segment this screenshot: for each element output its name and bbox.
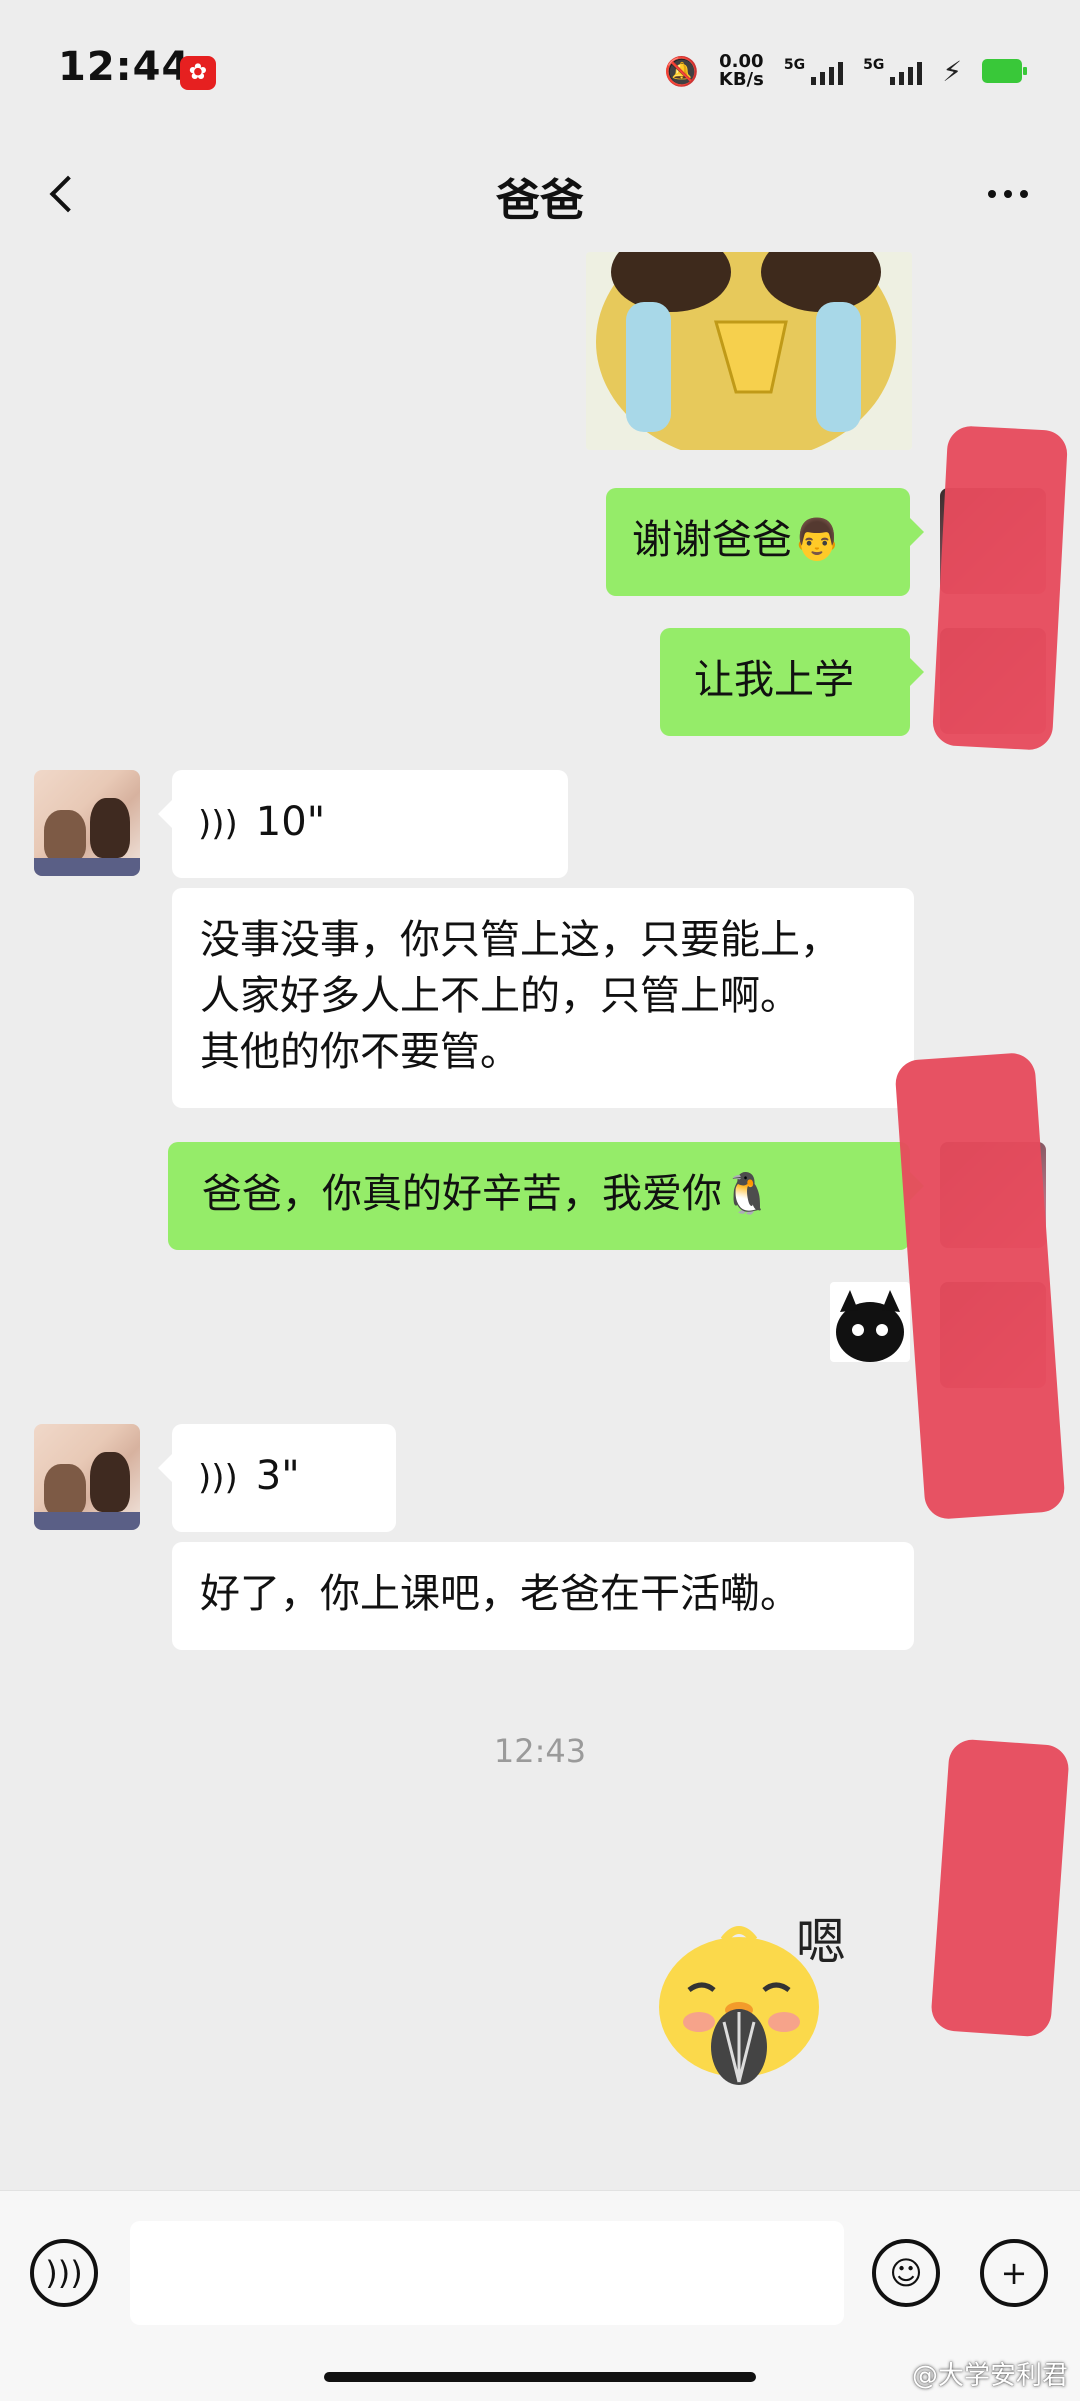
status-time: 12:44 xyxy=(58,44,191,90)
network-speed: 0.00 KB/s xyxy=(719,53,764,89)
message-text: 爸爸，你真的好辛苦，我爱你🐧 xyxy=(202,1171,772,1217)
home-indicator xyxy=(324,2372,756,2382)
sticker-crying-chick[interactable] xyxy=(586,252,912,450)
voice-input-icon: ))) xyxy=(45,2254,83,2292)
app-badge-icon: ✿ xyxy=(180,56,216,90)
message-text-line: 人家好多人上不上的，只管上啊。 xyxy=(200,973,800,1019)
sim2-label: 5G xyxy=(863,57,885,73)
signal-icon: 5G xyxy=(863,57,923,85)
redaction-scribble xyxy=(931,425,1069,751)
received-message-bubble[interactable]: 好了，你上课吧，老爸在干活嘞。 xyxy=(172,1542,914,1650)
message-text: 谢谢爸爸👨 xyxy=(632,517,842,563)
dot-icon xyxy=(1004,190,1012,198)
message-text-line: 没事没事，你只管上这，只要能上， xyxy=(200,917,840,963)
network-speed-unit: KB/s xyxy=(718,69,764,90)
add-button[interactable]: + xyxy=(980,2239,1048,2307)
chat-timestamp: 12:43 xyxy=(493,1732,587,1770)
sent-message-bubble[interactable]: 谢谢爸爸👨 xyxy=(606,488,924,596)
sticker-crying-chick-image xyxy=(586,252,912,450)
emoji-icon: ☺ xyxy=(889,2254,923,2292)
chat-messages[interactable]: 谢谢爸爸👨 让我上学 ))) 10" 没事没事，你只管上这，只要能上， 人家好多人… xyxy=(0,252,1080,2190)
voice-message-bubble[interactable]: ))) 3" xyxy=(158,1424,396,1532)
voice-duration: 10" xyxy=(255,799,326,845)
sent-message-bubble[interactable]: 让我上学 xyxy=(660,628,924,736)
chat-header: 爸爸 xyxy=(0,140,1080,252)
status-bar: 12:44 ✿ 🔕 0.00 KB/s 5G 5G ⚡ xyxy=(0,0,1080,140)
mute-bell-icon: 🔕 xyxy=(664,54,699,88)
sticker-black-cat[interactable] xyxy=(830,1282,910,1362)
voice-duration: 3" xyxy=(255,1453,300,1499)
message-text: 好了，你上课吧，老爸在干活嘞。 xyxy=(200,1571,800,1617)
received-message-bubble[interactable]: 没事没事，你只管上这，只要能上， 人家好多人上不上的，只管上啊。 其他的你不要管… xyxy=(172,888,914,1108)
sent-message-bubble[interactable]: 爸爸，你真的好辛苦，我爱你🐧 xyxy=(168,1142,924,1250)
battery-icon xyxy=(982,59,1027,83)
signal-icon: 5G xyxy=(783,57,844,85)
voice-wave-icon: ))) xyxy=(198,804,238,844)
voice-input-button[interactable]: ))) xyxy=(30,2239,98,2307)
black-cat-icon xyxy=(836,1290,904,1362)
message-text-line: 其他的你不要管。 xyxy=(200,1029,520,1075)
message-text: 让我上学 xyxy=(694,657,854,703)
sticker-text: 嗯 xyxy=(796,1913,846,1971)
redaction-scribble xyxy=(929,1738,1071,2038)
avatar-dad[interactable] xyxy=(34,770,140,876)
redaction-scribble xyxy=(894,1051,1066,1521)
emoji-button[interactable]: ☺ xyxy=(872,2239,940,2307)
dot-icon xyxy=(1020,190,1028,198)
message-input[interactable] xyxy=(130,2221,844,2325)
plus-icon: + xyxy=(1000,2254,1028,2292)
chat-title: 爸爸 xyxy=(496,175,584,226)
watermark: @大学安利君 xyxy=(911,2361,1068,2391)
sim1-label: 5G xyxy=(783,57,806,73)
avatar-dad[interactable] xyxy=(34,1424,140,1530)
status-right: 🔕 0.00 KB/s 5G 5G ⚡ xyxy=(664,46,1027,96)
more-options-button[interactable] xyxy=(976,162,1040,226)
charging-icon: ⚡ xyxy=(942,54,962,88)
voice-message-bubble[interactable]: ))) 10" xyxy=(158,770,568,878)
voice-wave-icon: ))) xyxy=(198,1458,238,1498)
dot-icon xyxy=(988,190,996,198)
